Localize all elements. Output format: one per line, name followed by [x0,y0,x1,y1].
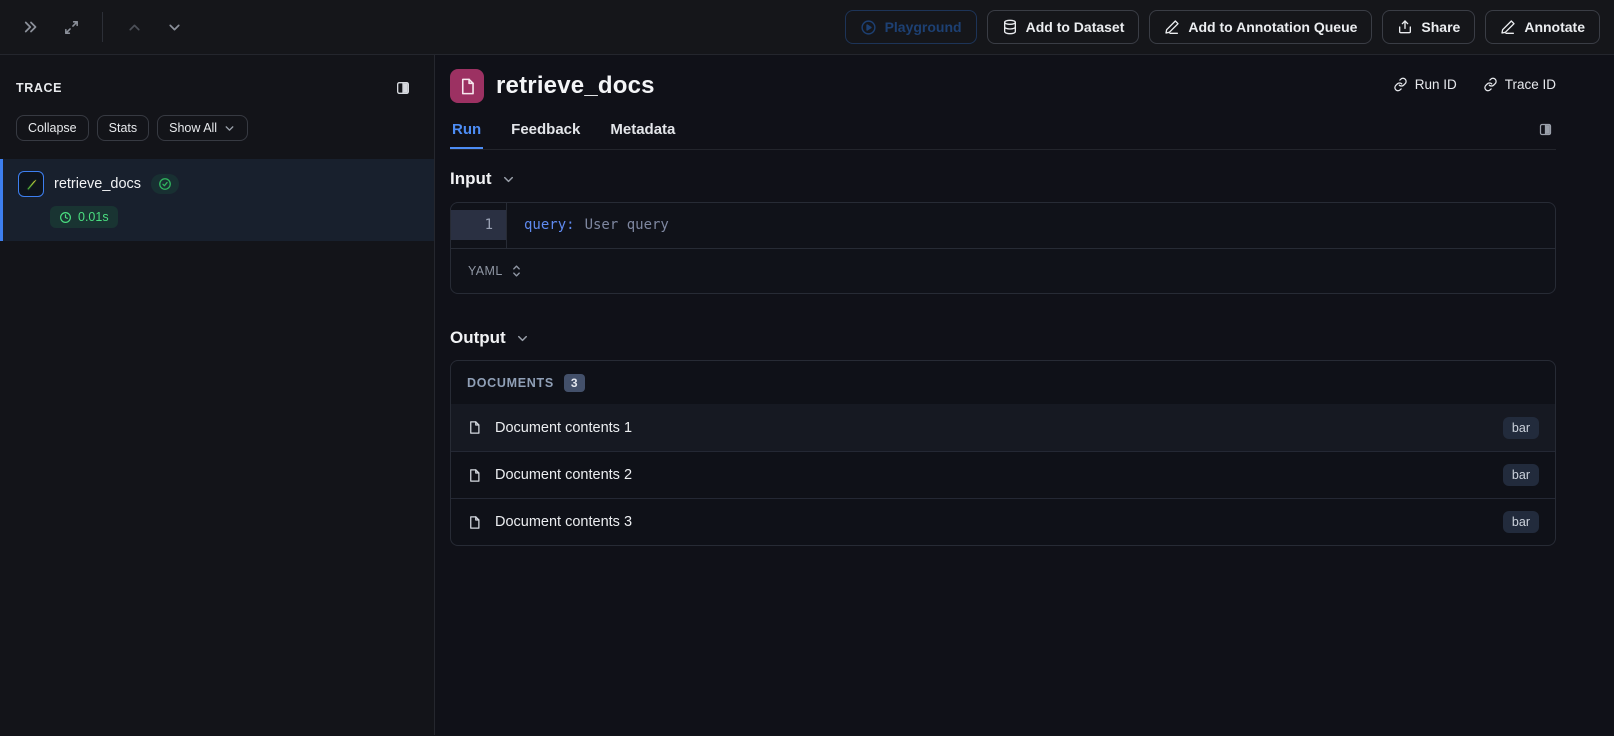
trace-id-label: Trace ID [1504,77,1556,92]
document-icon [461,78,474,94]
document-row[interactable]: Document contents 2 bar [451,451,1555,498]
collapse-button[interactable]: Collapse [16,115,89,141]
toolbar-divider [102,12,103,42]
input-code-block: 1 query: User query YAML [450,202,1556,294]
link-icon [1393,77,1407,92]
share-button[interactable]: Share [1382,10,1476,44]
yaml-key: query: [524,217,575,233]
document-tag-badge: bar [1502,416,1539,439]
add-to-annotation-queue-button[interactable]: Add to Annotation Queue [1149,10,1373,44]
input-section-toggle[interactable]: Input [450,169,1556,189]
code-gutter: 1 [451,203,507,248]
collapse-panel-icon[interactable] [16,12,46,42]
output-heading: Output [450,328,506,347]
double-chevron-right-icon [24,21,37,33]
play-circle-icon [860,19,876,35]
expand-fullscreen-icon[interactable] [56,12,86,42]
trace-tree-item-retrieve-docs[interactable]: retrieve_docs 0.01s [0,159,434,241]
success-status-badge [151,174,180,194]
chevron-up-icon [128,24,140,30]
tab-metadata[interactable]: Metadata [608,117,677,149]
chevron-down-icon [503,176,513,182]
prev-run-button[interactable] [119,12,149,42]
chevron-down-icon [517,335,527,341]
add-to-dataset-button[interactable]: Add to Dataset [986,10,1140,44]
chevron-down-icon [225,125,234,131]
pen-icon [1501,20,1515,34]
trace-id-link[interactable]: Trace ID [1483,77,1556,92]
run-id-link[interactable]: Run ID [1393,77,1457,92]
trace-panel-title: TRACE [16,81,63,95]
document-row[interactable]: Document contents 1 bar [451,404,1555,451]
output-documents-card: DOCUMENTS 3 Document contents 1 bar Docu… [450,360,1556,546]
file-icon [470,468,480,482]
stats-button[interactable]: Stats [96,115,150,141]
show-all-dropdown[interactable]: Show All [157,115,249,141]
topbar: Playground Add to Dataset Add to Annotat… [0,0,1614,55]
document-text: Document contents 2 [495,467,633,483]
duration-value: 0.01s [78,210,109,224]
input-heading: Input [450,169,492,188]
chevron-down-icon [168,24,180,30]
file-icon [470,421,480,434]
check-circle-icon [159,178,171,190]
line-number: 1 [451,210,506,240]
link-icon [1484,77,1497,92]
document-tag-badge: bar [1502,464,1539,486]
yaml-value: User query [584,217,669,233]
tab-run[interactable]: Run [450,117,484,149]
run-id-label: Run ID [1414,77,1457,92]
file-icon [470,515,480,529]
share-upload-icon [1399,20,1412,34]
show-all-label: Show All [169,121,218,135]
next-run-button[interactable] [159,12,189,42]
page-title: retrieve_docs [496,72,655,99]
document-text: Document contents 3 [495,514,633,530]
columns-icon [397,82,409,94]
format-select[interactable]: YAML [468,264,523,278]
document-text: Document contents 1 [495,419,633,436]
run-detail-panel: retrieve_docs Run ID Trace ID Run Feedba… [435,55,1614,735]
tool-glyph-icon [26,178,37,191]
clock-icon [60,211,71,223]
columns-icon [1539,123,1551,135]
annotate-button[interactable]: Annotate [1485,10,1600,44]
add-to-annotation-queue-label: Add to Annotation Queue [1188,19,1358,35]
code-content[interactable]: query: User query [507,203,1555,248]
output-section-toggle[interactable]: Output [450,328,1556,348]
format-label: YAML [468,264,503,278]
documents-label: DOCUMENTS [467,376,554,390]
pen-icon [1165,20,1180,34]
database-icon [1003,19,1016,35]
trace-sidebar: TRACE Collapse Stats Show All retrieve_d… [0,55,435,735]
annotate-label: Annotate [1524,19,1585,35]
documents-count-badge: 3 [563,374,585,392]
trace-item-name: retrieve_docs [54,176,142,192]
tab-feedback[interactable]: Feedback [509,117,582,149]
document-tag-badge: bar [1502,511,1539,533]
playground-button[interactable]: Playground [844,10,977,44]
select-arrows-icon [512,265,520,277]
stats-label: Stats [108,121,138,135]
document-row[interactable]: Document contents 3 bar [451,498,1555,545]
collapse-label: Collapse [28,121,77,135]
add-to-dataset-label: Add to Dataset [1025,19,1125,35]
playground-label: Playground [884,19,962,35]
duration-badge: 0.01s [50,206,118,228]
tool-run-icon [18,171,44,197]
run-type-icon [450,69,484,103]
maximize-icon [64,20,78,34]
share-label: Share [1421,19,1461,35]
side-panel-toggle-icon[interactable] [1534,118,1556,140]
split-panel-icon[interactable] [388,73,418,103]
